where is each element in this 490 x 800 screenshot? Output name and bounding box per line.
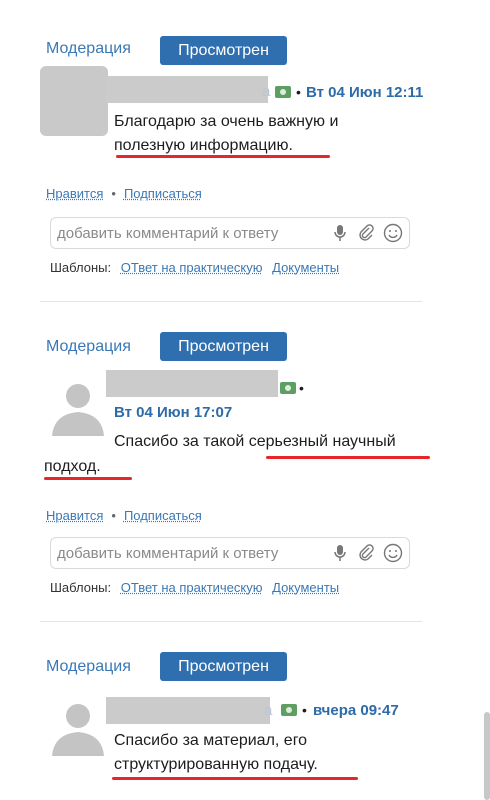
comment-text-line-1: Благодарю за очень важную и <box>114 113 339 130</box>
status-badge[interactable]: Просмотрен <box>160 332 287 361</box>
like-link[interactable]: Нравится <box>46 508 103 523</box>
mic-icon[interactable] <box>331 544 349 562</box>
comment-text-line-2: подход. <box>44 458 101 475</box>
avatar[interactable] <box>40 66 108 136</box>
user-avatar-icon[interactable] <box>46 698 110 756</box>
mic-icon[interactable] <box>331 224 349 242</box>
user-avatar-icon[interactable] <box>46 378 110 436</box>
comment-date[interactable]: Вт 04 Июн 17:07 <box>114 404 232 421</box>
author-name-redacted[interactable] <box>106 697 270 724</box>
like-link[interactable]: Нравится <box>46 186 103 201</box>
moderation-link[interactable]: Модерация <box>46 658 131 676</box>
divider <box>40 621 422 622</box>
comment-input[interactable] <box>57 218 327 248</box>
meta-separator: • <box>299 380 304 396</box>
comment-input[interactable] <box>57 538 327 568</box>
template-link-documents[interactable]: Документы <box>272 260 339 275</box>
highlight-underline <box>44 477 132 480</box>
comment-text-line-1: Спасибо за материал, его <box>114 732 308 749</box>
comment-actions: Нравится • Подписаться <box>46 186 202 201</box>
comment-text-line-2: структурированную подачу. <box>114 756 318 773</box>
subscribe-link[interactable]: Подписаться <box>124 186 202 201</box>
templates-label: Шаблоны: <box>50 260 112 275</box>
smiley-icon[interactable] <box>383 223 403 243</box>
status-badge[interactable]: Просмотрен <box>160 36 287 65</box>
subscribe-link[interactable]: Подписаться <box>124 508 202 523</box>
money-icon <box>280 382 296 394</box>
comment-date[interactable]: вчера 09:47 <box>313 702 399 719</box>
comment-text-line-1: Спасибо за такой серьезный научный <box>114 433 396 450</box>
templates-row: Шаблоны: ОТвет на практическую Документы <box>50 260 339 275</box>
comment-input-box[interactable] <box>50 217 410 249</box>
money-icon <box>275 86 291 98</box>
templates-label: Шаблоны: <box>50 580 112 595</box>
author-name-redacted[interactable] <box>106 370 278 397</box>
template-link-practical[interactable]: ОТвет на практическую <box>121 260 263 275</box>
comment-date[interactable]: Вт 04 Июн 12:11 <box>306 84 423 101</box>
highlight-underline <box>112 777 358 780</box>
highlight-underline <box>116 155 330 158</box>
templates-row: Шаблоны: ОТвет на практическую Документы <box>50 580 339 595</box>
status-badge[interactable]: Просмотрен <box>160 652 287 681</box>
comment-input-box[interactable] <box>50 537 410 569</box>
divider <box>40 301 422 302</box>
meta-separator: • <box>302 702 307 718</box>
money-icon <box>281 704 297 716</box>
smiley-icon[interactable] <box>383 543 403 563</box>
scrollbar[interactable] <box>484 712 490 800</box>
meta-separator: • <box>296 84 301 100</box>
comment-actions: Нравится • Подписаться <box>46 508 202 523</box>
template-link-documents[interactable]: Документы <box>272 580 339 595</box>
moderation-link[interactable]: Модерация <box>46 40 131 58</box>
highlight-underline <box>266 456 430 459</box>
template-link-practical[interactable]: ОТвет на практическую <box>121 580 263 595</box>
author-name-redacted[interactable] <box>106 76 268 103</box>
paperclip-icon[interactable] <box>357 224 375 242</box>
paperclip-icon[interactable] <box>357 544 375 562</box>
moderation-link[interactable]: Модерация <box>46 338 131 356</box>
